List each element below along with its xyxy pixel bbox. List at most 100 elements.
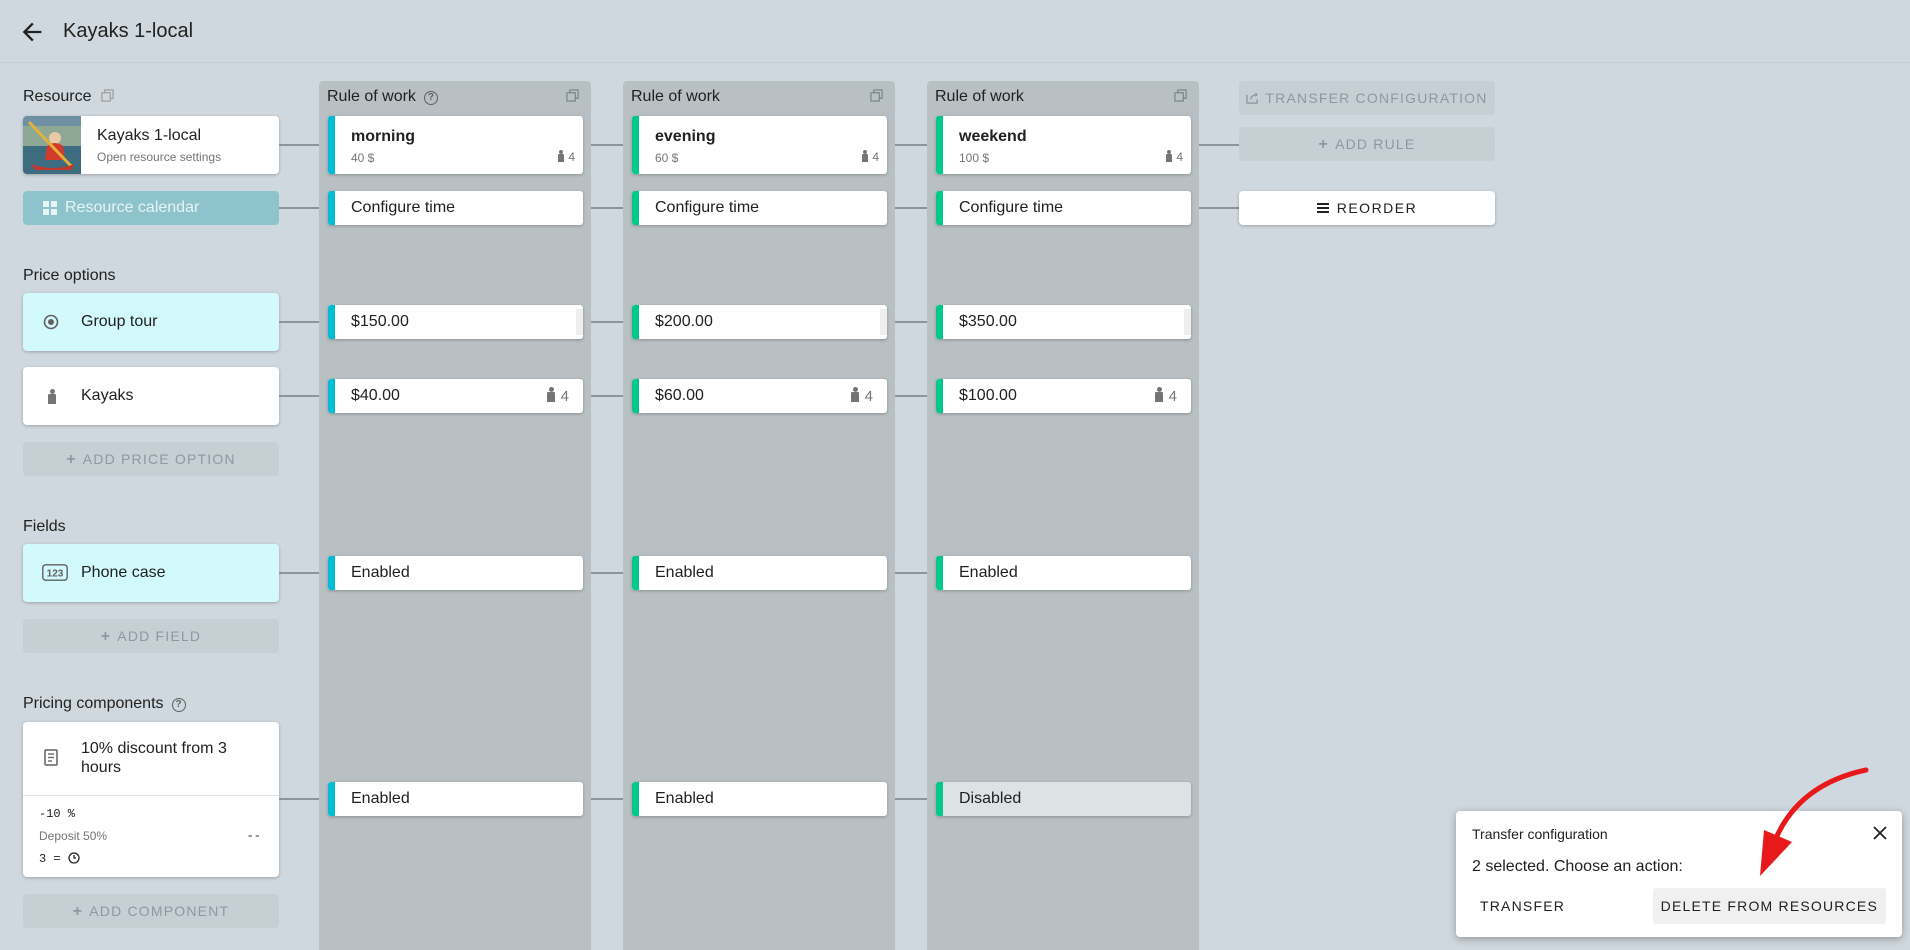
scroll-edge bbox=[1184, 309, 1191, 335]
discount-value: -10 % bbox=[39, 807, 76, 821]
plus-icon: + bbox=[66, 451, 77, 468]
copy-icon[interactable] bbox=[101, 89, 115, 102]
field-cell[interactable]: Enabled bbox=[328, 556, 583, 590]
resource-thumbnail bbox=[23, 116, 81, 174]
add-price-option-button[interactable]: + ADD PRICE OPTION bbox=[23, 442, 279, 476]
add-field-button[interactable]: + ADD FIELD bbox=[23, 619, 279, 653]
component-cell[interactable]: Enabled bbox=[328, 782, 583, 816]
rule-card-evening[interactable]: evening 60 $ 4 bbox=[632, 116, 887, 174]
price-option-group-tour[interactable]: Group tour bbox=[23, 293, 279, 351]
rule-color-strip bbox=[936, 556, 943, 590]
field-cell[interactable]: Enabled bbox=[936, 556, 1191, 590]
rule-color-strip bbox=[936, 191, 943, 225]
price-cell[interactable]: $40.00 4 bbox=[328, 379, 583, 413]
rule-color-strip bbox=[936, 116, 943, 174]
add-rule-button[interactable]: + ADD RULE bbox=[1239, 127, 1495, 161]
rule-price: 40 $ bbox=[351, 151, 375, 165]
rule-header: Rule of work? bbox=[327, 88, 438, 106]
rule-color-strip bbox=[328, 379, 335, 413]
copy-icon[interactable] bbox=[566, 89, 579, 102]
price-cell[interactable]: $350.00 bbox=[936, 305, 1191, 339]
rule-price: 100 $ bbox=[959, 151, 990, 165]
configure-time-button[interactable]: Configure time bbox=[632, 191, 887, 225]
price-value: $150.00 bbox=[351, 313, 409, 330]
price-capacity: 4 bbox=[546, 387, 569, 405]
resource-card[interactable]: Kayaks 1-local Open resource settings bbox=[23, 116, 279, 174]
rule-capacity: 4 bbox=[557, 150, 575, 164]
person-icon bbox=[557, 150, 565, 162]
price-cell[interactable]: $100.00 4 bbox=[936, 379, 1191, 413]
resource-calendar-button[interactable]: Resource calendar bbox=[23, 191, 279, 225]
rule-color-strip bbox=[328, 116, 335, 174]
rule-capacity: 4 bbox=[1165, 150, 1183, 164]
configure-time-label: Configure time bbox=[959, 199, 1064, 216]
price-cell[interactable]: $150.00 bbox=[328, 305, 583, 339]
field-cell[interactable]: Enabled bbox=[632, 556, 887, 590]
person-icon bbox=[1154, 387, 1164, 402]
price-capacity: 4 bbox=[850, 387, 873, 405]
price-options-label: Price options bbox=[23, 267, 116, 284]
rule-color-strip bbox=[632, 556, 639, 590]
price-value: $350.00 bbox=[959, 313, 1017, 330]
field-phone-case[interactable]: 123 Phone case bbox=[23, 544, 279, 602]
rule-card-morning[interactable]: morning 40 $ 4 bbox=[328, 116, 583, 174]
add-field-label: ADD FIELD bbox=[117, 628, 202, 644]
reorder-button[interactable]: REORDER bbox=[1239, 191, 1495, 225]
clock-icon bbox=[68, 852, 80, 864]
pricing-components-label: Pricing components? bbox=[23, 695, 186, 713]
price-capacity: 4 bbox=[1154, 387, 1177, 405]
field-status: Enabled bbox=[351, 564, 410, 581]
plus-icon: + bbox=[100, 628, 112, 645]
copy-icon[interactable] bbox=[870, 89, 883, 102]
transfer-configuration-label: TRANSFER CONFIGURATION bbox=[1265, 90, 1488, 106]
radio-target-icon bbox=[43, 314, 59, 330]
price-value: $100.00 bbox=[959, 387, 1017, 404]
back-arrow-icon[interactable] bbox=[18, 18, 46, 46]
price-cell[interactable]: $200.00 bbox=[632, 305, 887, 339]
rule-color-strip bbox=[936, 782, 943, 816]
rule-header: Rule of work bbox=[935, 88, 1024, 105]
person-icon bbox=[861, 150, 869, 162]
rule-price: 60 $ bbox=[655, 151, 679, 165]
help-icon[interactable]: ? bbox=[423, 91, 438, 105]
popup-transfer-button[interactable]: TRANSFER bbox=[1472, 888, 1573, 924]
popup-title: Transfer configuration bbox=[1472, 826, 1608, 842]
rule-color-strip bbox=[936, 305, 943, 339]
rule-capacity: 4 bbox=[861, 150, 879, 164]
transfer-configuration-button[interactable]: TRANSFER CONFIGURATION bbox=[1239, 81, 1495, 115]
component-cell-disabled[interactable]: Disabled bbox=[936, 782, 1191, 816]
copy-icon[interactable] bbox=[1174, 89, 1187, 102]
rule-color-strip bbox=[632, 116, 639, 174]
configure-time-button[interactable]: Configure time bbox=[328, 191, 583, 225]
component-cell[interactable]: Enabled bbox=[632, 782, 887, 816]
price-cell[interactable]: $60.00 4 bbox=[632, 379, 887, 413]
rule-color-strip bbox=[632, 305, 639, 339]
field-status: Enabled bbox=[959, 564, 1018, 581]
field-label: Phone case bbox=[81, 564, 166, 581]
svg-text:123: 123 bbox=[47, 569, 64, 580]
annotation-arrow bbox=[1760, 767, 1869, 876]
pricing-component-card[interactable]: 10% discount from 3 hours -10 % Deposit … bbox=[23, 722, 279, 877]
configure-time-label: Configure time bbox=[351, 199, 456, 216]
price-option-kayaks[interactable]: Kayaks bbox=[23, 367, 279, 425]
rule-color-strip bbox=[632, 379, 639, 413]
rule-card-weekend[interactable]: weekend 100 $ 4 bbox=[936, 116, 1191, 174]
share-icon bbox=[1246, 92, 1259, 104]
rule-color-strip bbox=[936, 379, 943, 413]
price-option-label: Group tour bbox=[81, 313, 158, 330]
resource-calendar-label: Resource calendar bbox=[65, 199, 200, 216]
rule-color-strip bbox=[328, 782, 335, 816]
add-component-button[interactable]: + ADD COMPONENT bbox=[23, 894, 279, 928]
menu-icon bbox=[1316, 203, 1329, 213]
resource-subtitle: Open resource settings bbox=[97, 150, 222, 164]
rule-name: evening bbox=[655, 128, 716, 145]
page-title: Kayaks 1-local bbox=[63, 20, 194, 42]
component-status: Disabled bbox=[959, 790, 1022, 807]
help-icon[interactable]: ? bbox=[171, 698, 186, 712]
add-price-option-label: ADD PRICE OPTION bbox=[82, 451, 236, 467]
configure-time-button[interactable]: Configure time bbox=[936, 191, 1191, 225]
popup-delete-from-resources-button[interactable]: DELETE FROM RESOURCES bbox=[1652, 888, 1886, 924]
pricing-component-title: 10% discount from 3 hours bbox=[81, 740, 227, 776]
component-status: Enabled bbox=[351, 790, 410, 807]
divider bbox=[23, 795, 279, 796]
